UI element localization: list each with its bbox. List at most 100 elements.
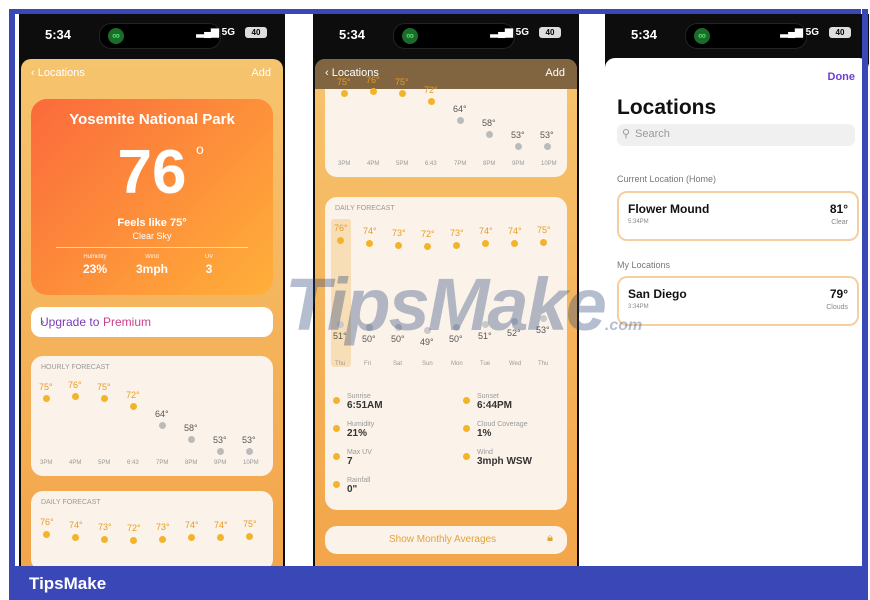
footer-brand: TipsMake (29, 574, 107, 593)
sun-icon (399, 90, 406, 98)
link-icon: ∞ (402, 28, 418, 44)
sky-condition: Clear Sky (132, 231, 172, 241)
search-placeholder: Search (635, 128, 670, 140)
detail-label: Rainfall (347, 477, 371, 484)
search-input[interactable]: ⚲ Search (617, 124, 855, 146)
hourly-time: 7PM (156, 460, 169, 466)
add-button[interactable]: Add (545, 67, 565, 79)
status-time: 5:34 (45, 27, 72, 42)
hourly-time: 4PM (69, 460, 82, 466)
signal-indicator: ▂▄▆ 5G (780, 27, 819, 38)
sun-icon (246, 448, 253, 456)
daily-high: 72° (421, 229, 435, 240)
hourly-temp: 75° (337, 77, 351, 88)
location-card-current[interactable]: Flower Mound 5:34PM 81° Clear (617, 191, 859, 241)
day-label: Tue (480, 361, 491, 367)
detail-value: 0" (347, 484, 358, 495)
detail-icon (333, 397, 340, 404)
phone-locations-list: 5:34 ∞ ▂▄▆ 5G 40 Done Locations ⚲ Search… (605, 14, 869, 566)
link-icon: ∞ (108, 28, 124, 44)
daily-forecast-card: DAILY FORECAST 76° 74° 73° 72° 73° 74° 74° 75° (31, 491, 273, 566)
hourly-time: 5PM (396, 161, 409, 167)
location-condition: Clouds (826, 304, 848, 311)
detail-label: Wind (477, 449, 493, 456)
hourly-time: 8PM (185, 460, 198, 466)
detail-sunset: Sunset 6:44PM (463, 393, 512, 411)
detail-icon (333, 453, 340, 460)
daily-high: 75° (537, 224, 551, 235)
sun-icon (217, 448, 224, 456)
sun-icon (486, 131, 493, 139)
location-card-saved[interactable]: San Diego 3:34PM 79° Clouds (617, 276, 859, 326)
status-bar: 5:34 ∞ ▂▄▆ 5G 40 (605, 14, 869, 54)
day-label: Sat (393, 361, 403, 367)
hourly-time: 10PM (541, 161, 557, 167)
detail-max-uv: Max UV 7 (333, 449, 372, 467)
hourly-temp: 72° (126, 389, 140, 400)
sun-icon (457, 116, 464, 124)
sun-icon (101, 535, 108, 543)
lock-icon: 🔒︎ (547, 532, 553, 544)
sun-icon (72, 393, 79, 400)
detail-icon (333, 425, 340, 432)
hourly-time: 8PM (483, 161, 496, 167)
detail-value: 21% (347, 428, 368, 439)
sun-icon (246, 532, 253, 540)
detail-sunrise: Sunrise 6:51AM (333, 393, 383, 411)
hourly-temp: 75° (97, 382, 111, 393)
status-time: 5:34 (631, 27, 658, 42)
phone-weather-detail: 5:34 ∞ ▂▄▆ 5G 40 ‹ Locations Add Yosemit… (19, 14, 285, 566)
back-button[interactable]: ‹ Locations (31, 67, 85, 79)
daily-high: 75° (243, 518, 257, 529)
battery-icon: 40 (539, 27, 561, 38)
sun-icon (130, 402, 137, 410)
watermark-logo: TipsMake.com (285, 263, 643, 346)
sun-icon (366, 240, 373, 248)
sun-icon (370, 88, 377, 95)
hourly-time: 5PM (98, 460, 111, 466)
sun-icon (130, 537, 137, 545)
sun-icon (188, 534, 195, 542)
hourly-temp: 53° (213, 435, 227, 446)
link-icon: ∞ (694, 28, 710, 44)
day-label: Fri (364, 361, 371, 367)
detail-icon (463, 397, 470, 404)
upgrade-premium-button[interactable]: Upgrade to Premium › (31, 307, 273, 337)
detail-cloud-coverage: Cloud Coverage 1% (463, 421, 528, 439)
battery-icon: 40 (829, 27, 851, 38)
sun-icon (43, 531, 50, 538)
hourly-temp: 58° (184, 423, 198, 434)
sun-icon (453, 241, 460, 249)
sun-icon (395, 241, 402, 249)
monthly-averages-label: Show Monthly Averages (389, 534, 497, 545)
divider (56, 247, 248, 248)
daily-high: 73° (98, 521, 112, 532)
hourly-time: 6:43 (127, 460, 139, 466)
current-location-section: Current Location (Home) (617, 174, 717, 184)
detail-label: Sunrise (347, 393, 371, 400)
sun-icon (337, 237, 344, 244)
daily-title: DAILY FORECAST (335, 205, 395, 212)
sun-icon (544, 143, 551, 151)
hourly-time: 9PM (512, 161, 525, 167)
signal-indicator: ▂▄▆ 5G (490, 27, 529, 38)
hourly-temp: 53° (511, 130, 525, 141)
add-button[interactable]: Add (251, 67, 271, 79)
sun-icon (424, 243, 431, 251)
screenshot-frame: 5:34 ∞ ▂▄▆ 5G 40 ‹ Locations Add Yosemit… (0, 0, 870, 600)
detail-icon (333, 481, 340, 488)
location-temp: 81° (829, 202, 848, 216)
sun-icon (341, 90, 348, 98)
monthly-averages-button[interactable]: Show Monthly Averages 🔒︎ (325, 526, 567, 554)
done-button[interactable]: Done (828, 71, 856, 83)
sun-icon (540, 238, 547, 246)
daily-forecast-card: DAILY FORECAST 76° 74° 73° 72° 73° 74° 74° 75° 5… (325, 197, 567, 510)
location-temp: 79° (829, 287, 848, 301)
daily-high: 74° (69, 520, 83, 531)
detail-icon (463, 425, 470, 432)
daily-high: 72° (127, 523, 141, 534)
location-condition: Clear (831, 219, 848, 226)
detail-label: Sunset (477, 393, 499, 400)
daily-high: 73° (392, 227, 406, 238)
detail-value: 6:51AM (347, 400, 383, 411)
